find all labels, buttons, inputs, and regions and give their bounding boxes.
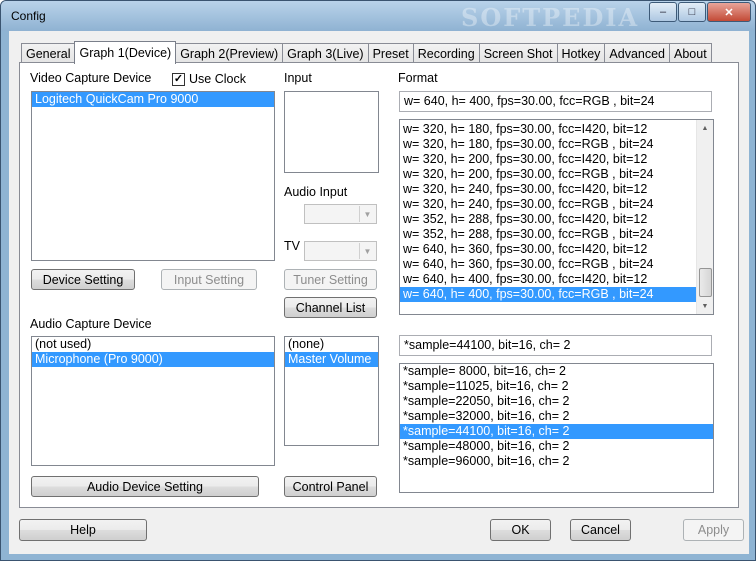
scroll-up-icon[interactable]: ▲ bbox=[697, 120, 713, 136]
list-item[interactable]: *sample= 8000, bit=16, ch= 2 bbox=[400, 364, 713, 379]
list-item[interactable]: (none) bbox=[285, 337, 378, 352]
list-item[interactable]: *sample=22050, bit=16, ch= 2 bbox=[400, 394, 713, 409]
help-button[interactable]: Help bbox=[19, 519, 147, 541]
maximize-button[interactable]: □ bbox=[678, 2, 706, 22]
list-item[interactable]: w= 640, h= 400, fps=30.00, fcc=I420, bit… bbox=[400, 272, 696, 287]
use-clock-checkbox[interactable]: ✓ bbox=[172, 73, 185, 86]
config-window: Config SOFTPEDIA – □ ✕ General Graph 1(De… bbox=[0, 0, 756, 561]
list-item[interactable]: w= 320, h= 180, fps=30.00, fcc=RGB , bit… bbox=[400, 137, 696, 152]
video-capture-label: Video Capture Device bbox=[30, 71, 152, 85]
input-list[interactable] bbox=[284, 91, 379, 173]
format-field[interactable]: w= 640, h= 400, fps=30.00, fcc=RGB , bit… bbox=[399, 91, 712, 112]
list-item[interactable]: w= 320, h= 180, fps=30.00, fcc=I420, bit… bbox=[400, 122, 696, 137]
check-icon: ✓ bbox=[173, 73, 184, 85]
input-setting-button[interactable]: Input Setting bbox=[161, 269, 257, 290]
audio-format-field[interactable]: *sample=44100, bit=16, ch= 2 bbox=[399, 335, 712, 356]
tab-screen-shot[interactable]: Screen Shot bbox=[478, 43, 558, 64]
video-device-list[interactable]: Logitech QuickCam Pro 9000 bbox=[31, 91, 275, 261]
list-item[interactable]: *sample=32000, bit=16, ch= 2 bbox=[400, 409, 713, 424]
list-item[interactable]: Master Volume bbox=[285, 352, 378, 367]
input-label: Input bbox=[284, 71, 312, 85]
list-item[interactable]: (not used) bbox=[32, 337, 274, 352]
scroll-thumb[interactable] bbox=[699, 268, 712, 297]
use-clock-label: Use Clock bbox=[189, 72, 246, 86]
window-title: Config bbox=[11, 9, 46, 23]
close-button[interactable]: ✕ bbox=[707, 2, 751, 22]
list-item[interactable]: *sample=11025, bit=16, ch= 2 bbox=[400, 379, 713, 394]
tv-label: TV bbox=[284, 239, 300, 253]
audio-capture-label: Audio Capture Device bbox=[30, 317, 152, 331]
minimize-button[interactable]: – bbox=[649, 2, 677, 22]
title-bar[interactable]: Config SOFTPEDIA – □ ✕ bbox=[1, 1, 755, 32]
list-item[interactable]: w= 640, h= 360, fps=30.00, fcc=RGB , bit… bbox=[400, 257, 696, 272]
close-icon: ✕ bbox=[724, 6, 734, 19]
watermark: SOFTPEDIA bbox=[461, 3, 640, 32]
device-setting-button[interactable]: Device Setting bbox=[31, 269, 135, 290]
minimize-icon: – bbox=[659, 6, 667, 18]
list-item[interactable]: w= 320, h= 200, fps=30.00, fcc=I420, bit… bbox=[400, 152, 696, 167]
scroll-down-icon[interactable]: ▼ bbox=[697, 298, 713, 314]
tab-recording[interactable]: Recording bbox=[412, 43, 480, 64]
list-item[interactable]: Microphone (Pro 9000) bbox=[32, 352, 274, 367]
window-controls: – □ ✕ bbox=[648, 2, 751, 22]
tuner-setting-button[interactable]: Tuner Setting bbox=[284, 269, 377, 290]
tab-graph-1-device[interactable]: Graph 1(Device) bbox=[74, 41, 177, 64]
list-item[interactable]: w= 320, h= 240, fps=30.00, fcc=I420, bit… bbox=[400, 182, 696, 197]
format-list[interactable]: w= 320, h= 180, fps=30.00, fcc=I420, bit… bbox=[399, 119, 714, 315]
ok-button[interactable]: OK bbox=[490, 519, 551, 541]
list-item[interactable]: w= 320, h= 240, fps=30.00, fcc=RGB , bit… bbox=[400, 197, 696, 212]
audio-format-list[interactable]: *sample= 8000, bit=16, ch= 2 *sample=1102… bbox=[399, 363, 714, 493]
list-item[interactable]: Logitech QuickCam Pro 9000 bbox=[32, 92, 274, 107]
cancel-button[interactable]: Cancel bbox=[570, 519, 631, 541]
audio-input-select[interactable]: ▼ bbox=[304, 204, 377, 224]
tab-about[interactable]: About bbox=[669, 43, 712, 64]
audio-input-list[interactable]: (none) Master Volume bbox=[284, 336, 379, 446]
list-item[interactable]: *sample=48000, bit=16, ch= 2 bbox=[400, 439, 713, 454]
audio-device-list[interactable]: (not used) Microphone (Pro 9000) bbox=[31, 336, 275, 466]
channel-list-button[interactable]: Channel List bbox=[284, 297, 377, 318]
chevron-down-icon: ▼ bbox=[359, 206, 375, 222]
maximize-icon: □ bbox=[688, 6, 696, 18]
list-item[interactable]: w= 640, h= 360, fps=30.00, fcc=I420, bit… bbox=[400, 242, 696, 257]
tab-advanced[interactable]: Advanced bbox=[604, 43, 671, 64]
tab-graph-3-live[interactable]: Graph 3(Live) bbox=[282, 43, 369, 64]
list-item[interactable]: w= 320, h= 200, fps=30.00, fcc=RGB , bit… bbox=[400, 167, 696, 182]
tab-graph-2-preview[interactable]: Graph 2(Preview) bbox=[175, 43, 284, 64]
tab-general[interactable]: General bbox=[21, 43, 76, 64]
format-scrollbar[interactable]: ▲ ▼ bbox=[696, 120, 713, 314]
tv-select[interactable]: ▼ bbox=[304, 241, 377, 261]
control-panel-button[interactable]: Control Panel bbox=[284, 476, 377, 497]
format-items: w= 320, h= 180, fps=30.00, fcc=I420, bit… bbox=[400, 122, 696, 302]
apply-button[interactable]: Apply bbox=[683, 519, 744, 541]
list-item[interactable]: *sample=96000, bit=16, ch= 2 bbox=[400, 454, 713, 469]
tab-strip: General Graph 1(Device) Graph 2(Preview) Gr… bbox=[21, 41, 712, 64]
tab-preset[interactable]: Preset bbox=[367, 43, 414, 64]
tab-panel-graph1: Video Capture Device ✓ Use Clock Logitec… bbox=[19, 62, 739, 508]
list-item[interactable]: w= 352, h= 288, fps=30.00, fcc=I420, bit… bbox=[400, 212, 696, 227]
tab-hotkey[interactable]: Hotkey bbox=[556, 43, 606, 64]
audio-device-setting-button[interactable]: Audio Device Setting bbox=[31, 476, 259, 497]
format-label: Format bbox=[398, 71, 438, 85]
dialog-client: General Graph 1(Device) Graph 2(Preview) Gr… bbox=[9, 31, 749, 554]
list-item[interactable]: w= 352, h= 288, fps=30.00, fcc=RGB , bit… bbox=[400, 227, 696, 242]
list-item[interactable]: w= 640, h= 400, fps=30.00, fcc=RGB , bit… bbox=[400, 287, 696, 302]
list-item[interactable]: *sample=44100, bit=16, ch= 2 bbox=[400, 424, 713, 439]
chevron-down-icon: ▼ bbox=[359, 243, 375, 259]
audio-input-label: Audio Input bbox=[284, 185, 348, 199]
